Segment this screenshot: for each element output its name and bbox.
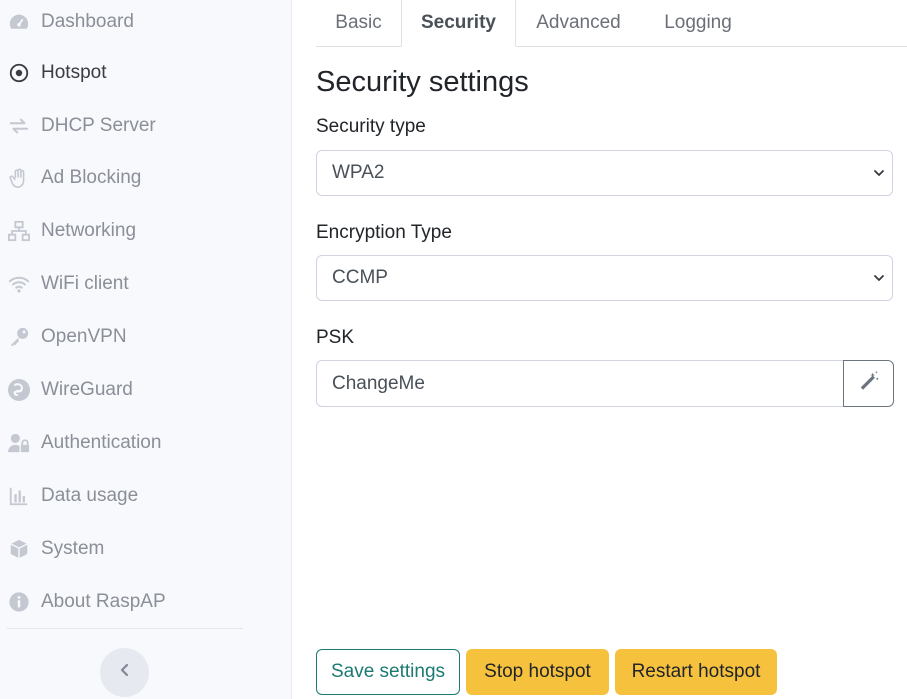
sidebar-item-about[interactable]: About RaspAP (0, 580, 291, 624)
sidebar-item-wifi-client[interactable]: WiFi client (0, 262, 291, 306)
tab-label: Security (421, 12, 496, 33)
save-settings-button[interactable]: Save settings (316, 649, 460, 695)
magic-wand-icon (858, 370, 880, 397)
tab-label: Logging (664, 12, 732, 33)
info-circle-icon (7, 590, 31, 614)
sidebar-item-label: Authentication (41, 432, 162, 453)
encryption-type-value: CCMP (332, 267, 388, 288)
tab-security[interactable]: Security (401, 0, 516, 47)
sidebar-item-label: System (41, 538, 105, 559)
chevron-left-icon (118, 663, 132, 682)
wireguard-icon (7, 378, 31, 402)
settings-tabs: Basic Security Advanced Logging (316, 0, 907, 47)
exchange-icon (7, 114, 31, 138)
network-icon (7, 219, 31, 243)
restart-hotspot-button[interactable]: Restart hotspot (615, 649, 777, 695)
security-type-select[interactable]: WPA2 (316, 150, 893, 196)
generate-psk-button[interactable] (843, 360, 894, 407)
hand-icon (7, 166, 31, 190)
dashboard-icon (7, 10, 31, 34)
psk-input-group (316, 360, 894, 407)
sidebar-item-openvpn[interactable]: OpenVPN (0, 315, 291, 359)
sidebar-item-label: Ad Blocking (41, 167, 142, 188)
tab-label: Advanced (536, 12, 621, 33)
dot-circle-icon (7, 61, 31, 85)
security-type-label: Security type (316, 116, 426, 137)
sidebar-item-label: Hotspot (41, 62, 107, 83)
psk-input[interactable] (316, 360, 844, 407)
sidebar-item-dhcp-server[interactable]: DHCP Server (0, 104, 291, 148)
key-icon (7, 325, 31, 349)
button-label: Save settings (330, 661, 446, 682)
sidebar-item-label: Networking (41, 220, 137, 241)
chevron-down-icon (872, 166, 886, 180)
sidebar-divider (7, 628, 243, 629)
encryption-type-select[interactable]: CCMP (316, 255, 893, 301)
stop-hotspot-button[interactable]: Stop hotspot (466, 649, 609, 695)
sidebar-item-system[interactable]: System (0, 527, 291, 571)
sidebar-item-dashboard[interactable]: Dashboard (0, 0, 291, 44)
wifi-icon (7, 272, 31, 296)
page-title: Security settings (316, 66, 529, 98)
button-label: Restart hotspot (631, 661, 761, 682)
sidebar-item-networking[interactable]: Networking (0, 209, 291, 253)
tab-label: Basic (335, 12, 382, 33)
sidebar-item-label: WireGuard (41, 379, 133, 400)
sidebar-item-data-usage[interactable]: Data usage (0, 474, 291, 518)
user-lock-icon (7, 431, 31, 455)
sidebar-item-authentication[interactable]: Authentication (0, 421, 291, 465)
button-label: Stop hotspot (484, 661, 591, 682)
sidebar-item-ad-blocking[interactable]: Ad Blocking (0, 156, 291, 200)
chevron-down-icon (872, 271, 886, 285)
sidebar-item-label: DHCP Server (41, 115, 156, 136)
sidebar-item-wireguard[interactable]: WireGuard (0, 368, 291, 412)
sidebar-item-label: About RaspAP (41, 591, 166, 612)
security-type-value: WPA2 (332, 162, 385, 183)
encryption-type-label: Encryption Type (316, 222, 452, 243)
tab-basic[interactable]: Basic (316, 0, 401, 46)
tab-advanced[interactable]: Advanced (516, 0, 641, 46)
sidebar-item-label: OpenVPN (41, 326, 127, 347)
cube-icon (7, 537, 31, 561)
sidebar-item-label: Dashboard (41, 11, 134, 32)
sidebar-item-hotspot[interactable]: Hotspot (0, 51, 291, 95)
psk-label: PSK (316, 327, 355, 348)
sidebar: Dashboard Hotspot DHCP Server Ad Blockin… (0, 0, 292, 699)
sidebar-item-label: Data usage (41, 485, 139, 506)
sidebar-item-label: WiFi client (41, 273, 129, 294)
chart-bar-icon (7, 484, 31, 508)
sidebar-toggle-button[interactable] (100, 648, 149, 697)
tab-logging[interactable]: Logging (641, 0, 755, 46)
